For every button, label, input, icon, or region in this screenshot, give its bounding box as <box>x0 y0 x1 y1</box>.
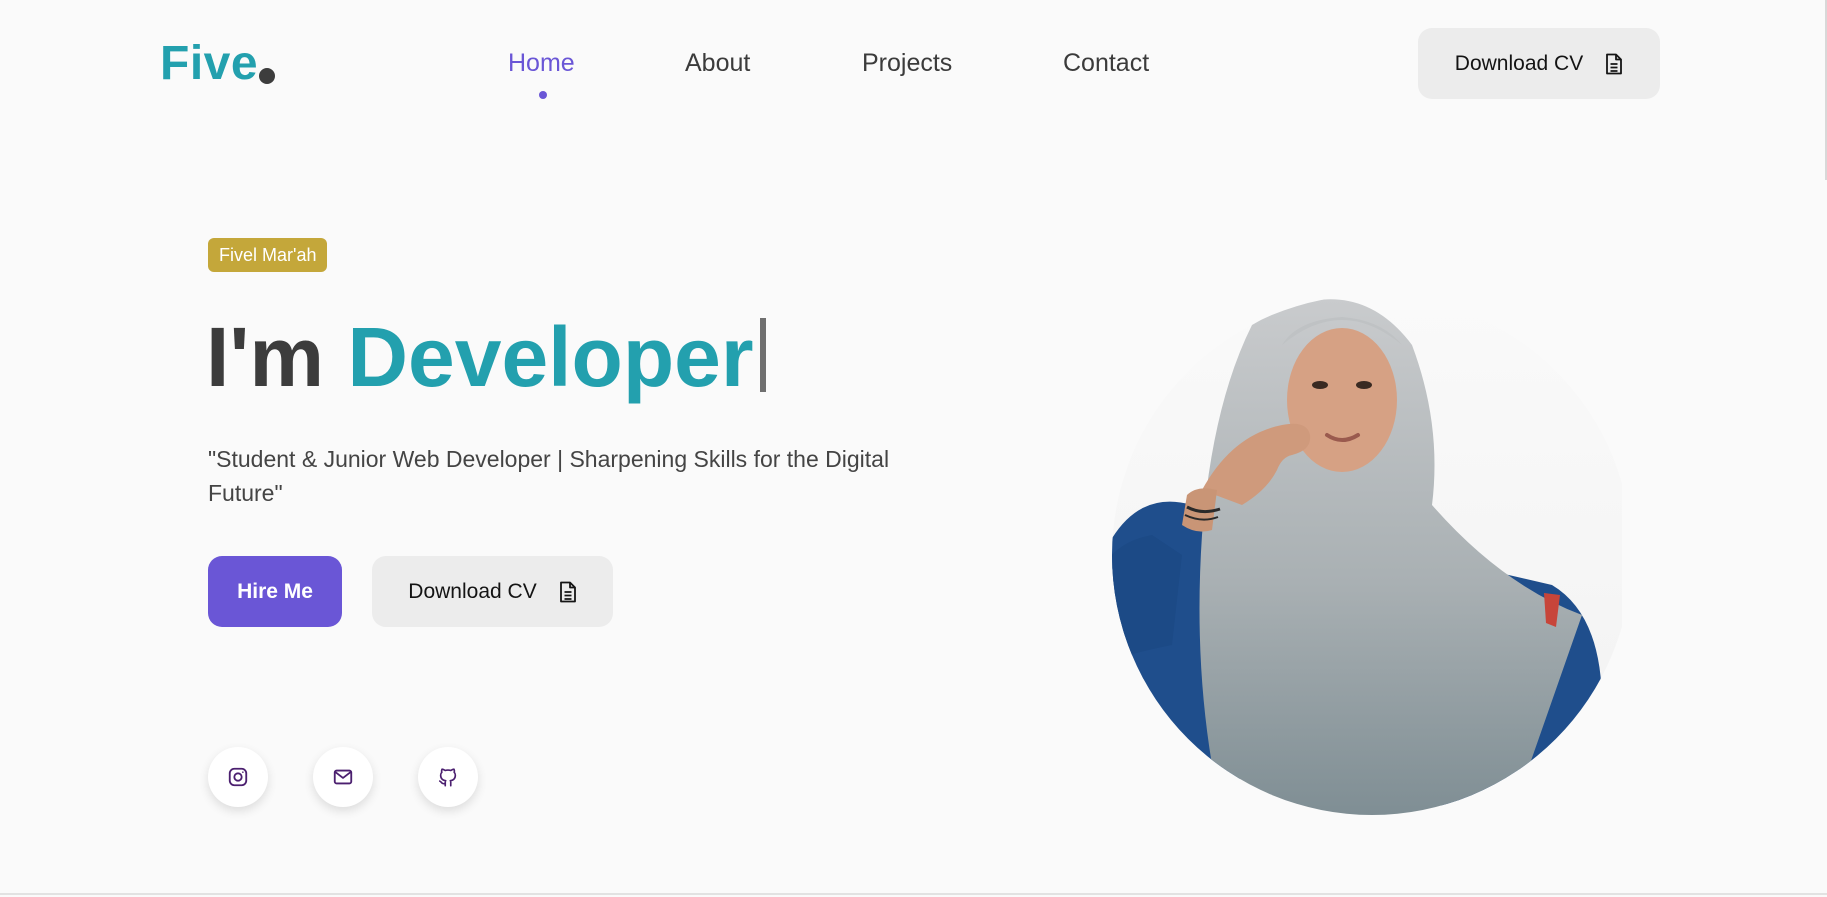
hire-me-button[interactable]: Hire Me <box>208 556 342 627</box>
download-cv-label: Download CV <box>1454 51 1584 75</box>
headline-accent: Developer <box>347 310 754 404</box>
document-icon <box>1606 53 1623 74</box>
typing-cursor <box>759 318 766 392</box>
mail-icon <box>333 769 353 785</box>
name-badge: Fivel Mar'ah <box>208 238 328 272</box>
instagram-link[interactable] <box>208 747 268 807</box>
logo[interactable]: Five <box>160 34 258 94</box>
logo-dot <box>259 68 275 84</box>
portfolio-page: Five Home About Projects Contact Downloa… <box>0 0 1827 897</box>
hero-headline: I'm Developer <box>206 305 766 409</box>
nav-about[interactable]: About <box>685 46 750 80</box>
page-bottom-divider <box>0 893 1827 895</box>
email-link[interactable] <box>313 747 373 807</box>
hero-tagline: "Student & Junior Web Developer | Sharpe… <box>208 446 890 506</box>
github-link[interactable] <box>418 747 478 807</box>
nav-projects[interactable]: Projects <box>862 46 952 80</box>
profile-photo <box>1112 295 1622 815</box>
hero-download-cv-button[interactable]: Download CV <box>372 556 613 627</box>
header-download-cv-button[interactable]: Download CV <box>1418 28 1660 99</box>
headline-prefix: I'm <box>206 310 325 404</box>
nav-active-indicator <box>539 91 547 99</box>
nav-home[interactable]: Home <box>508 46 575 80</box>
github-icon <box>438 768 457 787</box>
nav-contact[interactable]: Contact <box>1063 46 1149 80</box>
download-cv-label: Download CV <box>408 579 537 603</box>
instagram-icon <box>228 767 248 787</box>
document-icon <box>559 581 576 602</box>
